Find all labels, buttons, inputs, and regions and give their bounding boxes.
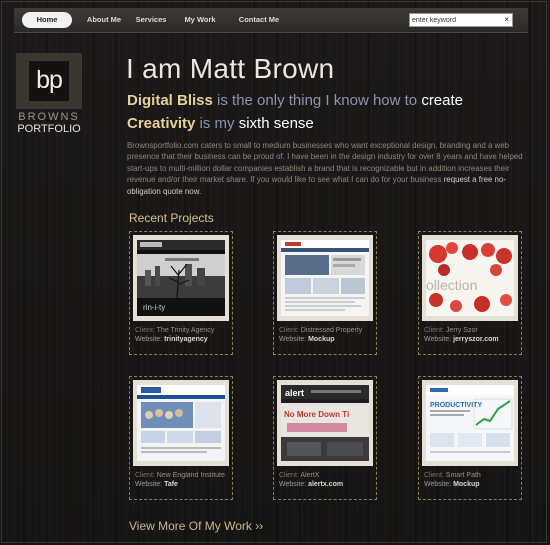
smartpath-screenshot-art: PRODUCTIVITY (426, 385, 514, 453)
project-screenshot-jerry-szor: ollection (426, 240, 514, 316)
site-logo[interactable]: bp BROWNS PORTFOLIO (16, 53, 82, 137)
alertx-headline: No More Down Ti (284, 410, 349, 419)
tagline-2: Creativity is my sixth sense (127, 115, 314, 132)
client-name: The Trinity Agency (156, 327, 215, 334)
tagline-2-highlight: sixth sense (238, 115, 314, 132)
nav-home[interactable]: Home (22, 12, 72, 28)
trinity-screenshot-art: rin-i-ty (137, 240, 225, 312)
client-name: Jerry Szor (445, 327, 478, 334)
view-more-link[interactable]: View More Of My Work ›› (129, 519, 263, 533)
project-client: Client: Smart Path (424, 472, 481, 479)
nav-services[interactable]: Services (131, 12, 171, 28)
top-nav: Home About Me Services My Work Contact M… (14, 8, 528, 33)
website-label: Website: (135, 481, 163, 488)
search-box: × (409, 13, 513, 27)
website-label: Website: (424, 336, 452, 343)
logo-wordmark-top: BROWNS (18, 111, 80, 123)
project-thumbnail[interactable]: rin-i-ty (133, 235, 229, 321)
close-icon[interactable]: × (504, 14, 509, 26)
project-website: Website: Mockup (279, 336, 335, 343)
project-client: Client: Jerry Szor (424, 327, 478, 334)
client-name: Smart Path (445, 472, 481, 479)
project-screenshot-distressed-property (281, 240, 369, 316)
project-thumbnail[interactable] (133, 380, 229, 466)
project-card-smart-path[interactable]: PRODUCTIVITY Client: Smart Path Website:… (418, 376, 522, 500)
intro-paragraph: Brownsportfolio.com caters to small to m… (127, 140, 527, 197)
website-name[interactable]: trinityagency (164, 336, 208, 343)
project-website: Website: jerryszor.com (424, 336, 499, 343)
website-name[interactable]: jerryszor.com (453, 336, 499, 343)
client-name: New England Institute (156, 472, 225, 479)
recent-projects-heading: Recent Projects (129, 211, 214, 225)
project-screenshot-new-england-institute (137, 385, 225, 461)
tagline-1: Digital Bliss is the only thing I know h… (127, 92, 463, 109)
website-label: Website: (424, 481, 452, 488)
client-label: Client: (279, 472, 299, 479)
page-title: I am Matt Brown (126, 53, 335, 84)
client-label: Client: (424, 472, 444, 479)
website-name[interactable]: Mockup (453, 481, 479, 488)
project-thumbnail[interactable]: PRODUCTIVITY (422, 380, 518, 466)
collection-text: ollection (426, 277, 477, 293)
nav-my-work[interactable]: My Work (178, 12, 222, 28)
website-label: Website: (135, 336, 163, 343)
logo-wordmark-bottom: PORTFOLIO (17, 123, 81, 135)
project-card-distressed-property[interactable]: Client: Distressed Property Website: Moc… (273, 231, 377, 355)
client-label: Client: (279, 327, 299, 334)
client-name: AlertX (300, 472, 320, 479)
tagline-1-emphasis: Digital Bliss (127, 92, 213, 109)
logo-mark: bp (36, 66, 63, 94)
tagline-1-middle: is the only thing I know how to (212, 92, 422, 109)
project-client: Client: New England Institute (135, 472, 225, 479)
logo-mark-box: bp (29, 61, 69, 101)
project-screenshot-trinity: rin-i-ty (137, 240, 225, 316)
search-input[interactable] (412, 14, 500, 26)
website-label: Website: (279, 481, 307, 488)
client-label: Client: (424, 327, 444, 334)
project-card-jerry-szor[interactable]: ollection Client: Jerry Szor Website: je… (418, 231, 522, 355)
client-label: Client: (135, 472, 155, 479)
productivity-heading: PRODUCTIVITY (430, 402, 482, 409)
project-client: Client: AlertX (279, 472, 319, 479)
project-website: Website: Mockup (424, 481, 480, 488)
website-name[interactable]: Mockup (308, 336, 334, 343)
project-thumbnail[interactable]: ollection (422, 235, 518, 321)
website-label: Website: (279, 336, 307, 343)
tafe-screenshot-art (137, 385, 225, 453)
collection-screenshot-art: ollection (426, 242, 512, 312)
project-card-new-england-institute[interactable]: Client: New England Institute Website: T… (129, 376, 233, 500)
project-website: Website: alertx.com (279, 481, 343, 488)
project-card-alertx[interactable]: alert No More Down Ti Client: AlertX Web… (273, 376, 377, 500)
website-name[interactable]: alertx.com (308, 481, 343, 488)
alertx-screenshot-art: alert No More Down Ti (281, 385, 369, 461)
project-screenshot-smart-path: PRODUCTIVITY (426, 385, 514, 461)
tagline-1-highlight: create (421, 92, 464, 109)
trinity-logo-text: rin-i-ty (143, 303, 165, 312)
nav-contact-me[interactable]: Contact Me (230, 12, 288, 28)
website-name[interactable]: Tafe (164, 481, 178, 488)
tagline-2-emphasis: Creativity (127, 115, 196, 132)
tagline-2-middle: is my (195, 115, 239, 132)
client-name: Distressed Property (300, 327, 363, 334)
project-thumbnail[interactable]: alert No More Down Ti (277, 380, 373, 466)
project-thumbnail[interactable] (277, 235, 373, 321)
distressed-screenshot-art (281, 240, 369, 311)
client-label: Client: (135, 327, 155, 334)
project-card-trinity[interactable]: rin-i-ty Client: The Trinity Agency Webs… (129, 231, 233, 355)
alertx-logo-text: alert (285, 388, 304, 398)
project-client: Client: Distressed Property (279, 327, 362, 334)
project-website: Website: Tafe (135, 481, 178, 488)
logo-badge: bp (16, 53, 82, 109)
project-website: Website: trinityagency (135, 336, 208, 343)
project-screenshot-alertx: alert No More Down Ti (281, 385, 369, 461)
project-client: Client: The Trinity Agency (135, 327, 214, 334)
nav-about-me[interactable]: About Me (80, 12, 128, 28)
